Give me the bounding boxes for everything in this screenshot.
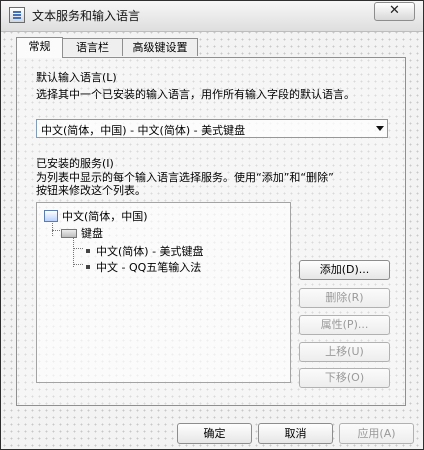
tree-node-language-label: 中文(简体，中国) [62, 210, 148, 223]
tree-node-qq-wubi[interactable]: 中文 - QQ五笔输入法 [86, 259, 201, 275]
chevron-down-icon [376, 126, 384, 131]
move-up-button[interactable]: 上移(U) [299, 342, 390, 362]
language-icon [44, 210, 58, 222]
properties-button[interactable]: 属性(P)... [299, 315, 390, 335]
text-services-dialog: 文本服务和输入语言 ✕ 常规 语言栏 高级键设置 默认输入语言(L) 选择其中一… [0, 0, 424, 450]
default-input-language-description: 选择其中一个已安装的输入语言，用作所有输入字段的默认语言。 [36, 88, 355, 101]
default-input-language-select[interactable]: 中文(简体，中国) - 中文(简体) - 美式键盘 [36, 119, 388, 138]
window-app-icon [9, 7, 25, 23]
tree-connector [73, 264, 83, 265]
apply-button[interactable]: 应用(A) [339, 423, 414, 444]
bullet-icon [86, 265, 90, 269]
move-down-button[interactable]: 下移(O) [299, 368, 390, 388]
bullet-icon [86, 249, 90, 253]
tab-general[interactable]: 常规 [16, 37, 63, 58]
tab-language-bar[interactable]: 语言栏 [62, 38, 123, 56]
close-button[interactable]: ✕ [374, 2, 415, 21]
add-button[interactable]: 添加(D)... [299, 260, 390, 280]
ok-button[interactable]: 确定 [177, 423, 252, 444]
keyboard-icon [61, 229, 77, 238]
remove-button[interactable]: 删除(R) [299, 288, 390, 308]
close-icon: ✕ [389, 3, 400, 18]
tree-node-us-keyboard[interactable]: 中文(简体) - 美式键盘 [86, 243, 204, 259]
default-input-language-value: 中文(简体，中国) - 中文(简体) - 美式键盘 [41, 124, 246, 137]
tree-node-us-keyboard-label: 中文(简体) - 美式键盘 [96, 245, 204, 258]
window-title: 文本服务和输入语言 [32, 9, 141, 23]
tree-node-language[interactable]: 中文(简体，中国) [44, 208, 148, 224]
tree-node-keyboard[interactable]: 键盘 [61, 225, 103, 241]
title-bar[interactable]: 文本服务和输入语言 ✕ [1, 1, 423, 32]
installed-services-description-line-2: 按钮来修改这个列表。 [36, 184, 146, 197]
tab-advanced-key-settings[interactable]: 高级键设置 [122, 38, 198, 56]
cancel-button[interactable]: 取消 [258, 423, 333, 444]
tree-connector [73, 248, 83, 249]
tree-node-qq-wubi-label: 中文 - QQ五笔输入法 [96, 261, 202, 274]
installed-services-tree[interactable]: 中文(简体，中国) 键盘 中文(简体) - 美式键盘 中文 - QQ五笔输入法 [36, 202, 291, 383]
tree-node-keyboard-label: 键盘 [81, 227, 103, 240]
default-input-language-title: 默认输入语言(L) [36, 71, 117, 84]
